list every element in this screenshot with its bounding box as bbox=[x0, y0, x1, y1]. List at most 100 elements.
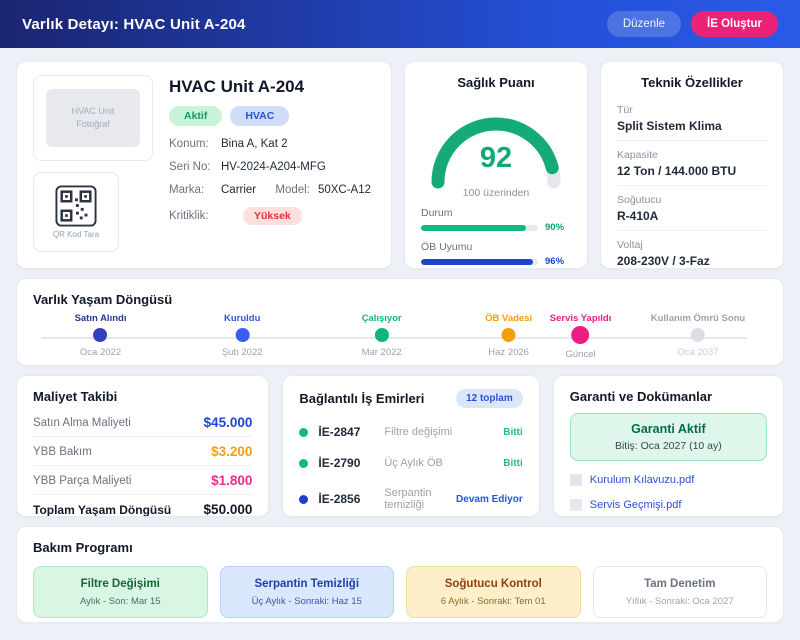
wo-status: Bitti bbox=[503, 458, 522, 469]
stage-installed: Kuruldu Şub 2022 bbox=[222, 313, 263, 358]
asset-title: HVAC Unit A-204 bbox=[169, 77, 375, 97]
wo-desc: Serpantin temizliği bbox=[384, 487, 446, 511]
spec-voltage-value: 208-230V / 3-Faz bbox=[617, 254, 767, 268]
cost-row-purchase: Satın Alma Maliyeti $45.000 bbox=[33, 408, 252, 436]
category-badge-hvac: HVAC bbox=[230, 106, 289, 126]
condition-progressbar bbox=[421, 225, 538, 231]
asset-overview-card: HVAC Unit Fotoğraf bbox=[16, 61, 392, 269]
wo-id: İE-2790 bbox=[318, 456, 374, 470]
stage-serviced-dot bbox=[572, 326, 590, 344]
lifecycle-card: Varlık Yaşam Döngüsü Satın Alındı Oca 20… bbox=[16, 278, 784, 366]
tile-name: Tam Denetim bbox=[600, 578, 761, 590]
cost-purchase-value: $45.000 bbox=[204, 415, 253, 430]
spec-voltage-label: Voltaj bbox=[617, 239, 767, 251]
stage-end-of-life-dot bbox=[691, 328, 705, 342]
edit-button[interactable]: Düzenle bbox=[607, 11, 681, 37]
stage-installed-label: Kuruldu bbox=[222, 313, 263, 324]
stage-serviced: Servis Yapıldı Güncel bbox=[550, 313, 612, 360]
work-orders-title: Bağlantılı İş Emirleri bbox=[299, 391, 424, 406]
work-order-row-2[interactable]: İE-2790 Üç Aylık ÖB Bitti bbox=[299, 456, 522, 470]
page-header: Varlık Detayı: HVAC Unit A-204 Düzenle İ… bbox=[0, 0, 800, 48]
qr-caption: QR Kod Tara bbox=[53, 230, 99, 239]
work-orders-card: Bağlantılı İş Emirleri 12 toplam İE-2847… bbox=[282, 375, 539, 517]
spec-row-refrigerant: Soğutucu R-410A bbox=[617, 185, 767, 230]
spec-row-voltage: Voltaj 208-230V / 3-Faz bbox=[617, 230, 767, 275]
cost-card-title: Maliyet Takibi bbox=[33, 389, 252, 404]
stage-purchased-label: Satın Alındı bbox=[75, 313, 127, 324]
metric-pm-compliance: ÖB Uyumu 96% bbox=[421, 241, 571, 267]
tile-name: Filtre Değişimi bbox=[40, 578, 201, 590]
wo-status-dot bbox=[299, 459, 308, 468]
asset-detail-location: Konum: Bina A, Kat 2 bbox=[169, 138, 375, 150]
asset-media-column: HVAC Unit Fotoğraf bbox=[33, 75, 153, 255]
specs-card-title: Teknik Özellikler bbox=[617, 75, 767, 90]
document-link-history[interactable]: Servis Geçmişi.pdf bbox=[570, 499, 767, 511]
tile-schedule: Yıllık - Sonraki: Oca 2027 bbox=[600, 596, 761, 607]
wo-status: Bitti bbox=[503, 427, 522, 438]
warranty-status-title: Garanti Aktif bbox=[577, 422, 760, 436]
cost-row-total: Toplam Yaşam Döngüsü $50.000 bbox=[33, 494, 252, 517]
model-value: 50XC-A12 bbox=[318, 184, 371, 196]
stage-serviced-label: Servis Yapıldı bbox=[550, 313, 612, 324]
condition-value: 90% bbox=[545, 222, 571, 233]
document-name: Servis Geçmişi.pdf bbox=[590, 499, 682, 511]
pm-compliance-label: ÖB Uyumu bbox=[421, 241, 571, 253]
tile-schedule: Üç Aylık - Sonraki: Haz 15 bbox=[227, 596, 388, 607]
stage-installed-dot bbox=[235, 328, 249, 342]
warranty-expiry: Bitiş: Oca 2027 (10 ay) bbox=[577, 440, 760, 452]
cost-row-maintenance: YBB Bakım $3.200 bbox=[33, 436, 252, 465]
stage-pm-due-dot bbox=[502, 328, 516, 342]
work-order-row-1[interactable]: İE-2847 Filtre değişimi Bitti bbox=[299, 425, 522, 439]
brand-value: Carrier bbox=[221, 184, 256, 196]
wo-desc: Filtre değişimi bbox=[384, 426, 493, 438]
stage-purchased-date: Oca 2022 bbox=[75, 347, 127, 358]
tech-specs-card: Teknik Özellikler Tür Split Sistem Klima… bbox=[600, 61, 784, 269]
maintenance-title: Bakım Programı bbox=[33, 540, 767, 555]
asset-detail-criticality: Kritiklik: Yüksek bbox=[169, 207, 375, 225]
wo-id: İE-2847 bbox=[318, 425, 374, 439]
wo-desc: Üç Aylık ÖB bbox=[384, 457, 493, 469]
cost-total-value: $50.000 bbox=[204, 502, 253, 517]
stage-serviced-date: Güncel bbox=[550, 349, 612, 360]
health-score-card: Sağlık Puanı 92 100 üzerinden Durum 90% … bbox=[404, 61, 588, 269]
stage-purchased-dot bbox=[94, 328, 108, 342]
location-label: Konum: bbox=[169, 138, 221, 150]
qr-scan-button[interactable]: QR Kod Tara bbox=[33, 172, 119, 252]
cost-parts-label: YBB Parça Maliyeti bbox=[33, 475, 131, 487]
serial-value: HV-2024-A204-MFG bbox=[221, 161, 326, 173]
stage-operating-dot bbox=[375, 328, 389, 342]
tile-name: Soğutucu Kontrol bbox=[413, 578, 574, 590]
asset-detail-serial: Seri No: HV-2024-A204-MFG bbox=[169, 161, 375, 173]
cost-purchase-label: Satın Alma Maliyeti bbox=[33, 417, 131, 429]
criticality-badge: Yüksek bbox=[243, 207, 302, 225]
photo-line1: HVAC Unit bbox=[72, 105, 115, 119]
criticality-label: Kritiklik: bbox=[169, 210, 221, 222]
pm-compliance-value: 96% bbox=[545, 256, 571, 267]
warranty-docs-card: Garanti ve Dokümanlar Garanti Aktif Biti… bbox=[553, 375, 784, 517]
stage-operating-date: Mar 2022 bbox=[362, 347, 402, 358]
stage-end-of-life: Kullanım Ömrü Sonu Oca 2037 bbox=[651, 313, 745, 358]
health-score-value: 92 bbox=[421, 142, 571, 175]
stage-pm-due: ÖB Vadesi Haz 2026 bbox=[485, 313, 532, 358]
document-link-manual[interactable]: Kurulum Kılavuzu.pdf bbox=[570, 474, 767, 486]
cost-maintenance-label: YBB Bakım bbox=[33, 446, 92, 458]
header-actions: Düzenle İE Oluştur bbox=[607, 11, 778, 37]
maintenance-tile-refrigerant: Soğutucu Kontrol 6 Aylık - Sonraki: Tem … bbox=[406, 566, 581, 618]
spec-refrigerant-value: R-410A bbox=[617, 209, 767, 223]
condition-label: Durum bbox=[421, 207, 571, 219]
create-workorder-button[interactable]: İE Oluştur bbox=[691, 11, 778, 37]
spec-capacity-label: Kapasite bbox=[617, 149, 767, 161]
photo-line2: Fotoğraf bbox=[76, 118, 110, 132]
qr-code-icon bbox=[55, 185, 97, 227]
status-badge-active: Aktif bbox=[169, 106, 222, 126]
wo-status-dot bbox=[299, 428, 308, 437]
tile-schedule: 6 Aylık - Sonraki: Tem 01 bbox=[413, 596, 574, 607]
work-order-row-3[interactable]: İE-2856 Serpantin temizliği Devam Ediyor bbox=[299, 487, 522, 511]
asset-badges: Aktif HVAC bbox=[169, 106, 375, 126]
spec-type-label: Tür bbox=[617, 104, 767, 116]
spec-type-value: Split Sistem Klima bbox=[617, 119, 767, 133]
model-label: Model: bbox=[275, 184, 310, 196]
health-card-title: Sağlık Puanı bbox=[421, 75, 571, 90]
health-gauge: 92 bbox=[421, 98, 571, 195]
asset-info-column: HVAC Unit A-204 Aktif HVAC Konum: Bina A… bbox=[169, 75, 375, 255]
